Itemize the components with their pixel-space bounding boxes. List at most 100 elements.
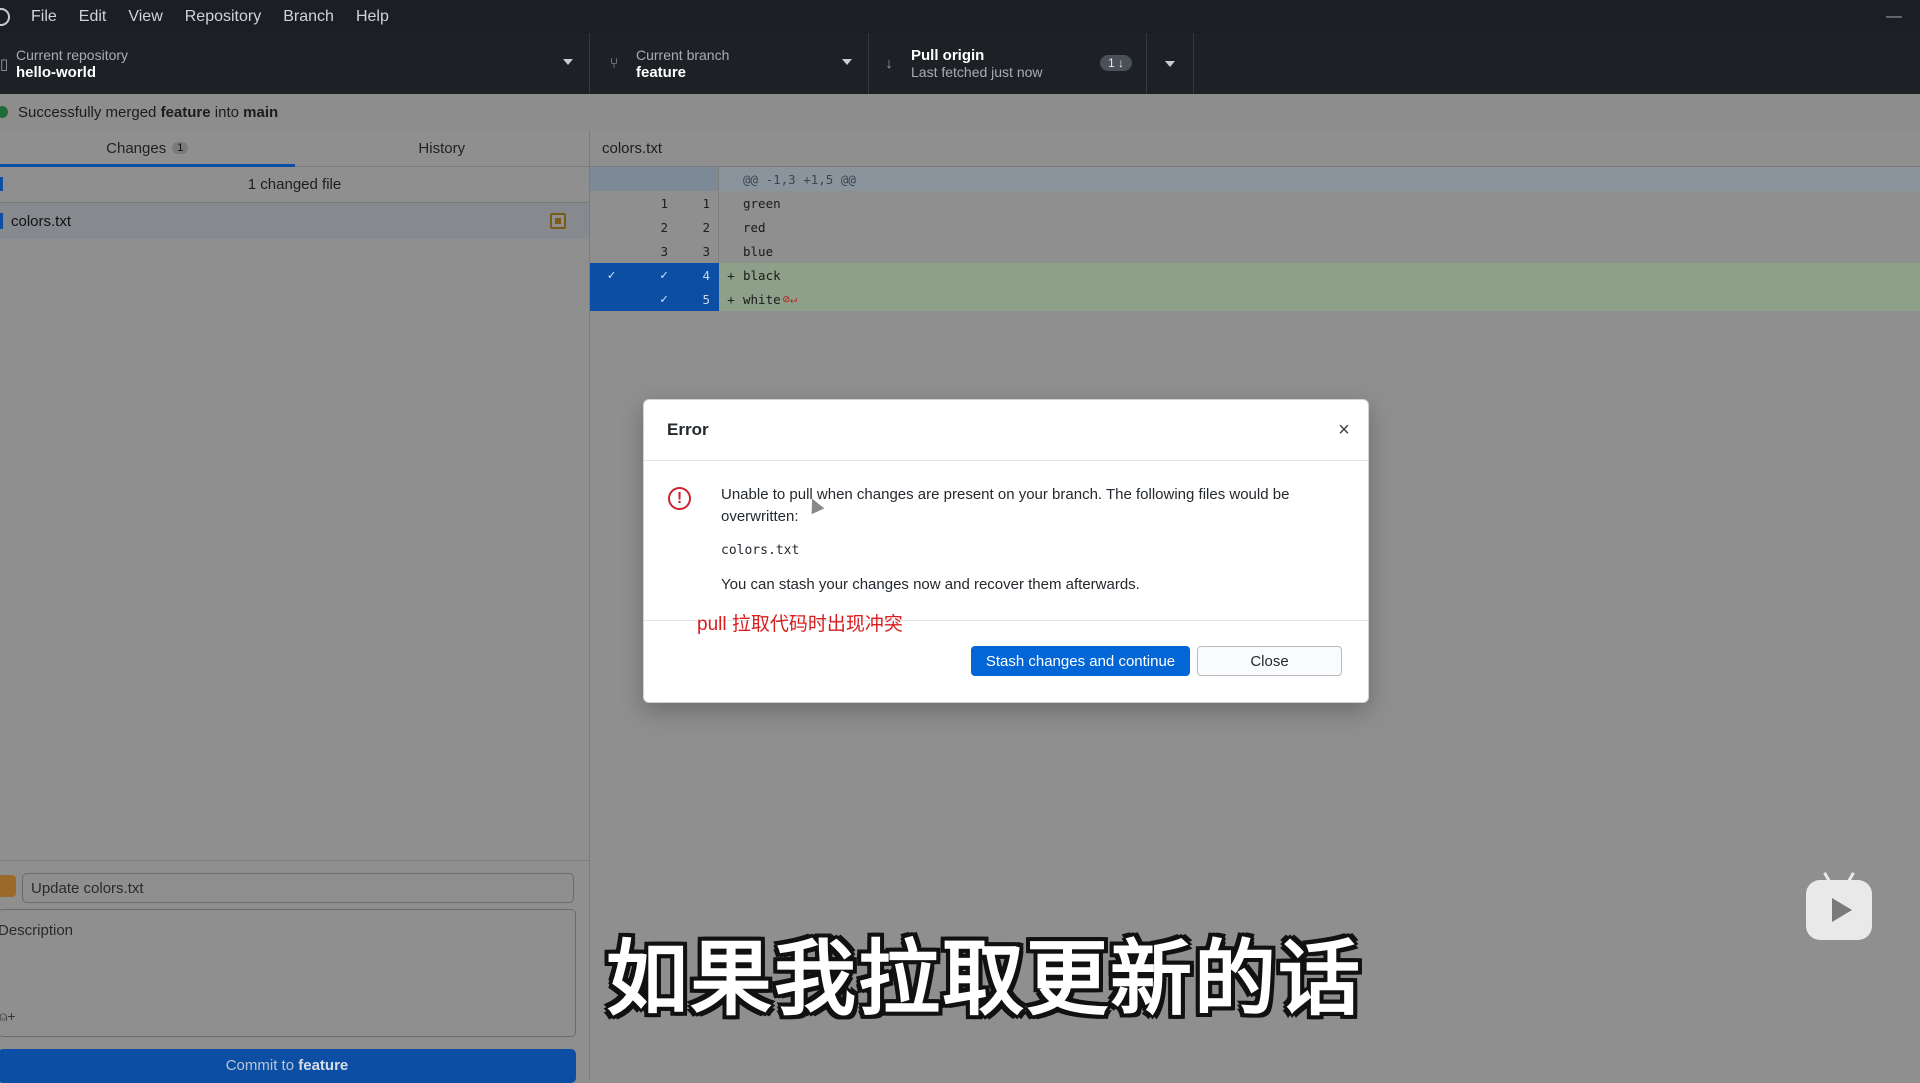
minimize-button[interactable]: — [1886, 8, 1902, 26]
diff-line[interactable]: 3 3 blue [590, 239, 1920, 263]
chevron-down-icon [563, 59, 573, 65]
diff-header: colors.txt [590, 130, 1920, 167]
diff-line-added[interactable]: ✓ ✓ 4 + black [590, 263, 1920, 287]
current-repository-label: Current repository [16, 46, 129, 63]
commit-button[interactable]: Commit to feature [0, 1049, 576, 1083]
line-text: red [743, 219, 766, 235]
pull-dropdown-button[interactable] [1147, 33, 1194, 94]
menu-bar: File Edit View Repository Branch Help — [0, 0, 1920, 33]
hunk-text: @@ -1,3 +1,5 @@ [743, 171, 856, 187]
menu-edit[interactable]: Edit [68, 8, 118, 26]
tab-history[interactable]: History [295, 130, 590, 166]
tab-history-label: History [418, 139, 466, 157]
banner-source-branch: feature [160, 103, 211, 121]
gutter-select[interactable] [590, 287, 633, 311]
menu-repository[interactable]: Repository [174, 8, 272, 26]
commit-description-field[interactable]: Description ⍝+ [0, 909, 576, 1037]
commit-summary-input[interactable] [22, 873, 574, 903]
sidebar-tabs: Changes 1 History [0, 130, 589, 167]
commit-button-branch: feature [298, 1057, 349, 1074]
gutter-select[interactable] [590, 239, 633, 263]
video-subtitle: 如果我拉取更新的话 [606, 932, 1363, 1027]
diff-line-added[interactable]: ✓ 5 + white ⊘↵ [590, 287, 1920, 311]
success-icon [0, 106, 8, 118]
old-line-number: 3 [660, 243, 668, 259]
diff-filename: colors.txt [602, 139, 663, 157]
arrow-down-icon: ↓ [885, 55, 893, 72]
gutter-select[interactable] [590, 215, 633, 239]
diff-lines: @@ -1,3 +1,5 @@ 1 1 green 2 2 red 3 3 bl… [590, 167, 1920, 311]
banner-prefix: Successfully merged [18, 103, 157, 121]
add-coauthor-icon[interactable]: ⍝+ [0, 1008, 16, 1025]
line-marker: + [727, 291, 735, 307]
line-marker: + [727, 267, 735, 283]
dialog-title: Error [667, 420, 709, 439]
menu-view[interactable]: View [117, 8, 173, 26]
pull-origin-text: Pull origin Last fetched just now [911, 47, 1043, 81]
new-line-number: 2 [676, 215, 719, 239]
video-play-logo-icon [1806, 880, 1872, 940]
diff-line[interactable]: 2 2 red [590, 215, 1920, 239]
pull-origin-label: Pull origin [911, 46, 985, 64]
toolbar: ▯ Current repository hello-world ⑂ Curre… [0, 33, 1920, 94]
new-line-number: 5 [676, 287, 719, 311]
last-fetched-label: Last fetched just now [911, 63, 1043, 80]
checkmark-icon: ✓ [607, 267, 616, 283]
diff-line[interactable]: 1 1 green [590, 191, 1920, 215]
pull-origin-button[interactable]: ↓ Pull origin Last fetched just now 1 ↓ [869, 33, 1147, 94]
sidebar: Changes 1 History 1 changed file colors.… [0, 130, 590, 1083]
menu-branch[interactable]: Branch [272, 8, 345, 26]
new-line-number: 1 [676, 191, 719, 215]
stash-note: You can stash your changes now and recov… [721, 576, 1140, 593]
new-line-number [676, 167, 719, 191]
old-line-number: ✓ [633, 287, 676, 311]
chevron-down-icon [1165, 60, 1175, 67]
gutter-select[interactable] [590, 191, 633, 215]
app-logo-icon [0, 7, 10, 26]
current-branch-label: Current branch [636, 46, 730, 63]
old-line-number: 2 [660, 219, 668, 235]
play-icon [1832, 898, 1852, 922]
new-line-number: 4 [676, 263, 719, 287]
menu-file[interactable]: File [20, 8, 68, 26]
commit-area: Description ⍝+ Commit to feature [0, 860, 589, 1083]
merge-success-banner: Successfully merged feature into main [0, 94, 1920, 131]
changed-files-header[interactable]: 1 changed file [0, 167, 589, 203]
changed-files-count: 1 changed file [247, 176, 342, 193]
app-window: File Edit View Repository Branch Help — … [0, 0, 1920, 1083]
new-line-number: 3 [676, 239, 719, 263]
file-name: colors.txt [11, 212, 72, 230]
close-button[interactable]: Close [1197, 646, 1342, 676]
gutter-select [590, 167, 633, 191]
line-text: green [743, 195, 781, 211]
current-branch-button[interactable]: ⑂ Current branch feature [590, 33, 869, 94]
gutter-select[interactable]: ✓ [590, 263, 633, 287]
menu-help[interactable]: Help [345, 8, 400, 26]
old-line-number: 1 [660, 195, 668, 211]
file-modified-icon [550, 213, 566, 229]
close-icon[interactable]: × [1332, 418, 1356, 442]
repository-icon: ▯ [0, 55, 9, 73]
description-placeholder: Description [0, 922, 74, 939]
stash-changes-button[interactable]: Stash changes and continue [971, 646, 1190, 676]
current-branch-value: feature [636, 63, 687, 81]
file-list-item[interactable]: colors.txt [0, 203, 589, 239]
line-text: black [743, 267, 781, 283]
current-repository-text: Current repository hello-world [16, 47, 128, 81]
current-branch-text: Current branch feature [636, 47, 729, 81]
error-dialog: Error × ! Unable to pull when changes ar… [643, 399, 1369, 703]
diff-hunk-header: @@ -1,3 +1,5 @@ [590, 167, 1920, 191]
tab-changes-label: Changes [106, 139, 167, 157]
commit-button-prefix: Commit to [225, 1057, 295, 1074]
tab-changes[interactable]: Changes 1 [0, 130, 295, 167]
current-repository-value: hello-world [16, 63, 96, 81]
current-repository-button[interactable]: ▯ Current repository hello-world [0, 33, 590, 94]
dialog-header: Error × [644, 400, 1368, 461]
line-text: blue [743, 243, 774, 259]
old-line-number [633, 167, 676, 191]
checkmark-icon: ✓ [660, 267, 668, 283]
changes-count-badge: 1 [172, 142, 189, 154]
avatar [0, 875, 16, 897]
banner-middle: into [214, 103, 239, 121]
alert-icon: ! [668, 487, 691, 510]
